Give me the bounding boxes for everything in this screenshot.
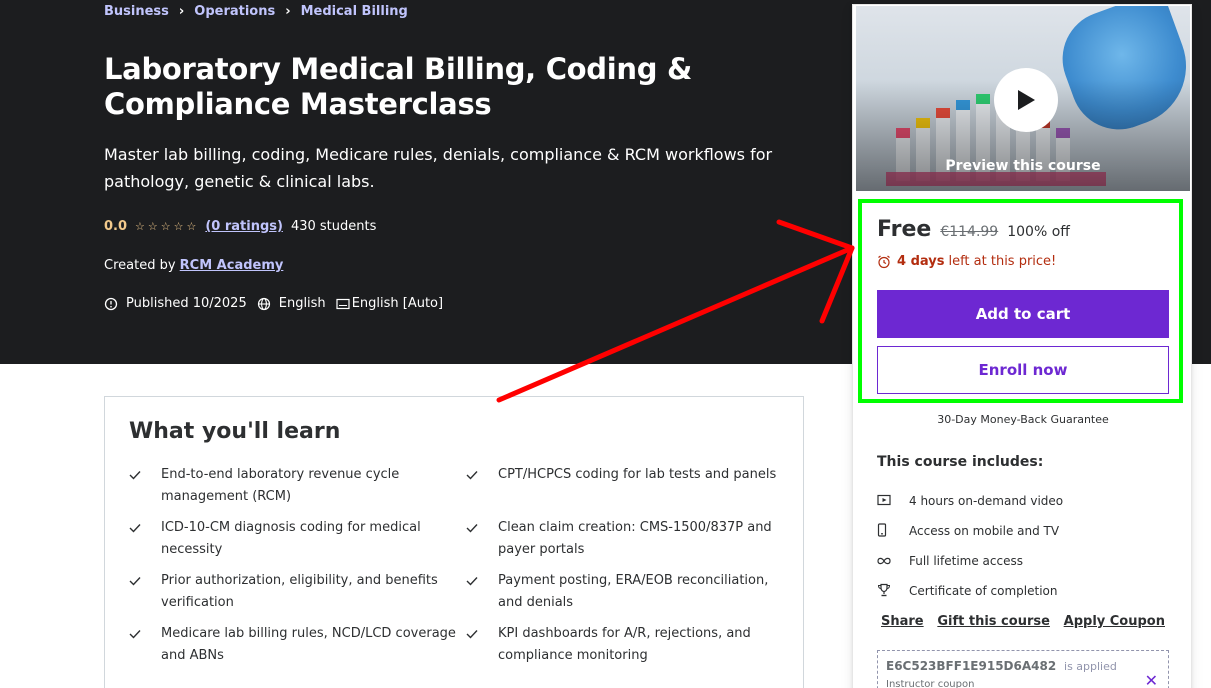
action-links: Share Gift this course Apply Coupon (881, 614, 1165, 629)
chevron-right-icon: › (285, 4, 291, 19)
learn-item-text: Clean claim creation: CMS-1500/837P and … (498, 520, 772, 557)
include-label: Full lifetime access (909, 554, 1023, 568)
discount-percent: 100% off (1007, 224, 1070, 240)
breadcrumb-operations[interactable]: Operations (194, 4, 275, 19)
learn-item: Clean claim creation: CMS-1500/837P and … (466, 517, 786, 562)
learn-item-text: Prior authorization, eligibility, and be… (161, 573, 438, 610)
check-icon (466, 464, 498, 488)
published-date: Published 10/2025 (126, 296, 247, 311)
applied-coupon-box: E6C523BFF1E915D6A482 is applied Instruct… (877, 650, 1169, 688)
current-price: Free (877, 217, 932, 242)
include-item: Certificate of completion (877, 576, 1063, 606)
coupon-applied-text: is applied (1064, 660, 1117, 673)
preview-label: Preview this course (945, 158, 1101, 174)
learn-item-text: CPT/HCPCS coding for lab tests and panel… (498, 467, 777, 482)
students-count: 430 students (290, 219, 377, 234)
timer-days: 4 days (897, 254, 945, 269)
course-title: Laboratory Medical Billing, Coding & Com… (104, 52, 692, 121)
breadcrumb-medical-billing[interactable]: Medical Billing (301, 4, 408, 19)
coupon-code: E6C523BFF1E915D6A482 (886, 659, 1057, 673)
breadcrumb-business[interactable]: Business (104, 4, 169, 19)
learn-item-text: Medicare lab billing rules, NCD/LCD cove… (161, 626, 456, 663)
star-rating-icon: ☆☆☆☆☆ (135, 220, 200, 233)
instructor-link[interactable]: RCM Academy (180, 258, 284, 273)
price-row: Free €114.99 100% off (877, 217, 1070, 242)
original-price: €114.99 (940, 224, 999, 240)
language: English (278, 296, 326, 311)
include-label: Certificate of completion (909, 584, 1058, 598)
learn-list: End-to-end laboratory revenue cycle mana… (129, 464, 779, 668)
apply-coupon-link[interactable]: Apply Coupon (1064, 614, 1165, 629)
enroll-now-button[interactable]: Enroll now (877, 346, 1169, 394)
infinity-icon (877, 554, 909, 568)
check-icon (466, 517, 498, 541)
check-icon (129, 570, 161, 594)
money-back-guarantee: 30-Day Money-Back Guarantee (937, 413, 1109, 426)
alarm-clock-icon (878, 255, 890, 268)
learn-item: Payment posting, ERA/EOB reconciliation,… (466, 570, 786, 615)
what-you-learn-box: What you'll learn End-to-end laboratory … (104, 396, 804, 688)
check-icon (129, 517, 161, 541)
video-icon (877, 494, 909, 509)
check-icon (466, 570, 498, 594)
check-icon (466, 623, 498, 647)
learn-item: ICD-10-CM diagnosis coding for medical n… (129, 517, 466, 562)
language-info: English (257, 296, 326, 311)
learn-item-text: ICD-10-CM diagnosis coding for medical n… (161, 520, 421, 557)
add-to-cart-button[interactable]: Add to cart (877, 290, 1169, 338)
course-subtitle: Master lab billing, coding, Medicare rul… (104, 145, 773, 191)
includes-list: 4 hours on-demand video Access on mobile… (877, 486, 1063, 606)
what-you-learn-title: What you'll learn (129, 419, 341, 444)
trophy-icon (877, 583, 909, 600)
captions: English [Auto] (351, 296, 444, 311)
include-item: Access on mobile and TV (877, 516, 1063, 546)
published-info: Published 10/2025 (104, 296, 247, 311)
price-timer: 4 days left at this price! (877, 254, 1056, 269)
learn-item: End-to-end laboratory revenue cycle mana… (129, 464, 466, 509)
chevron-right-icon: › (178, 4, 185, 19)
learn-item: Prior authorization, eligibility, and be… (129, 570, 466, 615)
captions-icon (336, 298, 350, 309)
learn-item-text: KPI dashboards for A/R, rejections, and … (498, 626, 751, 663)
globe-icon (257, 297, 270, 310)
ratings-link[interactable]: (0 ratings) (205, 219, 283, 234)
breadcrumb: Business › Operations › Medical Billing (104, 4, 408, 19)
created-by: Created by RCM Academy (104, 258, 283, 273)
include-item: 4 hours on-demand video (877, 486, 1063, 516)
coupon-type: Instructor coupon (886, 679, 975, 688)
check-icon (129, 464, 161, 488)
close-icon[interactable]: ✕ (1145, 671, 1158, 688)
learn-item-text: End-to-end laboratory revenue cycle mana… (161, 467, 400, 504)
learn-item: Medicare lab billing rules, NCD/LCD cove… (129, 623, 466, 668)
include-label: Access on mobile and TV (909, 524, 1060, 538)
alert-badge-icon (104, 297, 118, 310)
include-label: 4 hours on-demand video (909, 494, 1064, 508)
learn-item-text: Payment posting, ERA/EOB reconciliation,… (498, 573, 769, 610)
share-link[interactable]: Share (881, 614, 924, 629)
captions-info: English [Auto] (336, 296, 443, 311)
play-icon (1018, 90, 1035, 110)
course-preview[interactable]: Preview this course (856, 6, 1190, 191)
purchase-sidebar: Preview this course Free €114.99 100% of… (852, 4, 1192, 688)
play-button[interactable] (994, 68, 1058, 132)
includes-title: This course includes: (877, 454, 1044, 470)
timer-text: left at this price! (948, 254, 1057, 269)
check-icon (129, 623, 161, 647)
created-by-label: Created by (104, 258, 176, 273)
gift-course-link[interactable]: Gift this course (937, 614, 1050, 629)
rating-value: 0.0 (104, 219, 128, 234)
mobile-icon (877, 522, 909, 540)
rating-row: 0.0 ☆☆☆☆☆ (0 ratings) 430 students (104, 219, 376, 234)
course-meta: Published 10/2025 English English [Auto] (104, 296, 453, 311)
learn-item: KPI dashboards for A/R, rejections, and … (466, 623, 786, 668)
include-item: Full lifetime access (877, 546, 1063, 576)
learn-item: CPT/HCPCS coding for lab tests and panel… (466, 464, 786, 509)
